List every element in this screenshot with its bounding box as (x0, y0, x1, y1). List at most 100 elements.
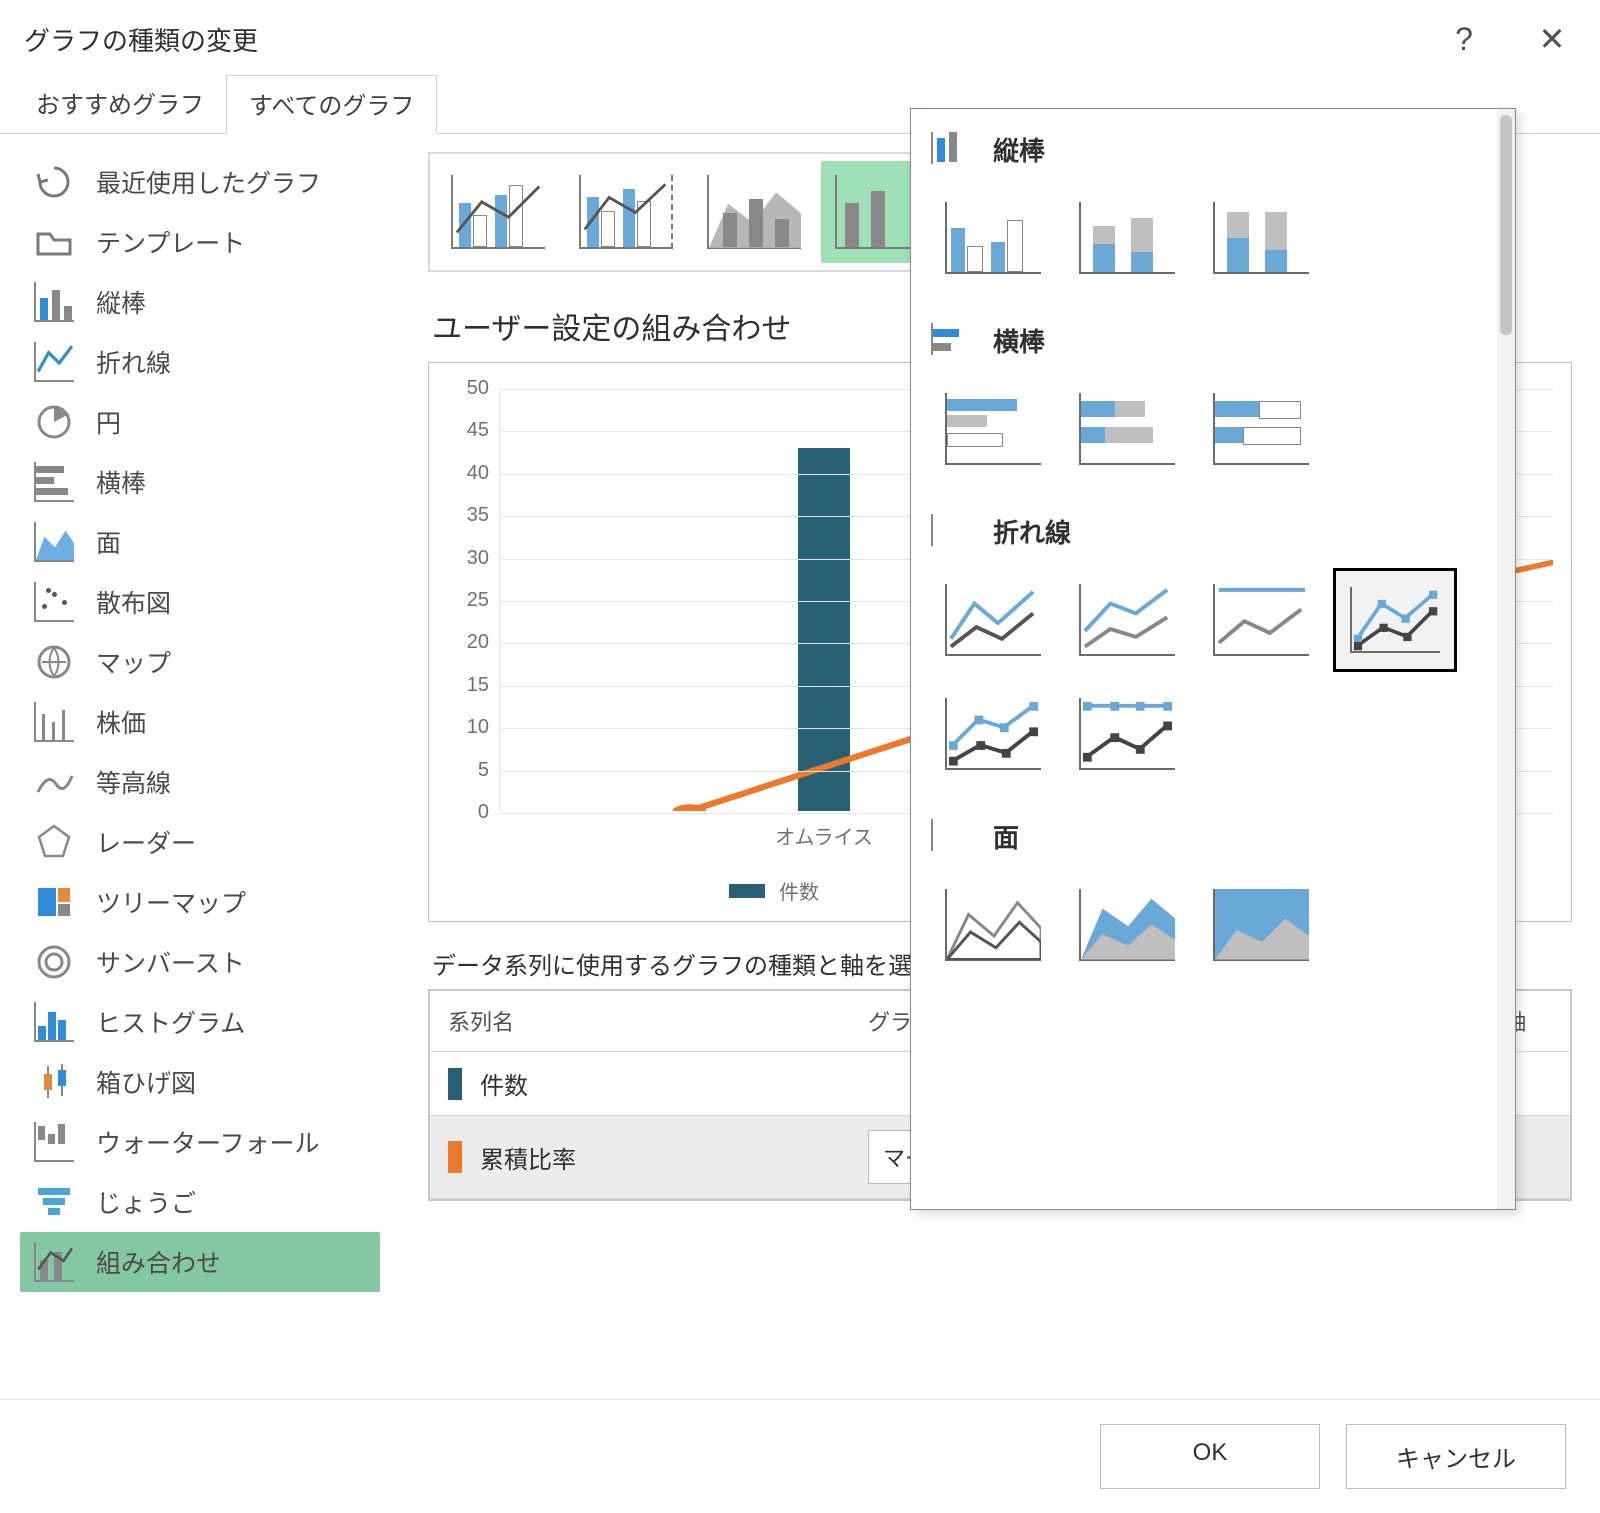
titlebar: グラフの種類の変更 ? ✕ (0, 0, 1600, 74)
sidebar-item-map[interactable]: マップ (20, 632, 380, 692)
scrollbar-thumb[interactable] (1500, 115, 1512, 335)
y-tick-label: 10 (447, 716, 489, 739)
series-row-name: 累積比率 (448, 1140, 868, 1175)
chart-type-gallery: 縦棒 横棒 (910, 108, 1516, 1210)
gallery-item-stacked-line-markers[interactable] (931, 682, 1055, 786)
y-tick-label: 50 (447, 377, 489, 400)
series-swatch-icon (448, 1141, 462, 1173)
cancel-button[interactable]: キャンセル (1346, 1424, 1566, 1489)
gallery-item-100-stacked-column[interactable] (1199, 186, 1323, 290)
sidebar-item-waterfall[interactable]: ウォーターフォール (20, 1112, 380, 1172)
gallery-item-line-markers[interactable] (1333, 568, 1457, 672)
tab-all-charts[interactable]: すべてのグラフ (226, 75, 437, 134)
gallery-item-area[interactable] (931, 873, 1055, 977)
surface-chart-icon (34, 762, 74, 802)
gallery-item-stacked-bar[interactable] (1065, 377, 1189, 481)
sidebar-item-combo[interactable]: 組み合わせ (20, 1232, 380, 1292)
sidebar-item-recent[interactable]: 最近使用したグラフ (20, 152, 380, 212)
gallery-item-100-stacked-line[interactable] (1199, 568, 1323, 672)
histogram-icon (34, 1002, 74, 1042)
sidebar-item-funnel[interactable]: じょうご (20, 1172, 380, 1232)
column-chart-icon (34, 282, 74, 322)
sidebar-item-label: 等高線 (96, 764, 171, 800)
sidebar-item-label: ヒストグラム (96, 1004, 245, 1040)
pie-chart-icon (34, 402, 74, 442)
stock-chart-icon (34, 702, 74, 742)
dialog-footer: OK キャンセル (0, 1399, 1600, 1513)
sidebar-item-column[interactable]: 縦棒 (20, 272, 380, 332)
y-tick-label: 40 (447, 462, 489, 485)
combo-subtype-2[interactable] (564, 160, 688, 264)
gallery-section-title: 縦棒 (993, 131, 1045, 168)
gallery-item-stacked-column[interactable] (1065, 186, 1189, 290)
gallery-item-100-stacked-line-markers[interactable] (1065, 682, 1189, 786)
sidebar-item-surface[interactable]: 等高線 (20, 752, 380, 812)
scatter-chart-icon (34, 582, 74, 622)
sidebar-item-scatter[interactable]: 散布図 (20, 572, 380, 632)
gallery-item-100-stacked-area[interactable] (1199, 873, 1323, 977)
sidebar-item-label: 株価 (96, 704, 146, 740)
ok-button[interactable]: OK (1100, 1424, 1320, 1489)
gallery-section-area: 面 (911, 796, 1515, 987)
legend-swatch (729, 884, 765, 898)
gallery-section-title: 横棒 (993, 322, 1045, 359)
y-tick-label: 35 (447, 504, 489, 527)
gallery-item-stacked-line[interactable] (1065, 568, 1189, 672)
sidebar-item-label: じょうご (96, 1184, 196, 1220)
y-tick-label: 45 (447, 419, 489, 442)
sidebar-item-label: ウォーターフォール (96, 1124, 320, 1160)
gallery-section-title: 面 (993, 818, 1019, 855)
sidebar-item-histogram[interactable]: ヒストグラム (20, 992, 380, 1052)
combo-subtype-1[interactable] (436, 160, 560, 264)
chart-legend: 件数 (729, 876, 819, 905)
sidebar-item-label: 組み合わせ (96, 1244, 221, 1280)
gallery-item-stacked-area[interactable] (1065, 873, 1189, 977)
y-tick-label: 30 (447, 547, 489, 570)
sidebar-item-label: 散布図 (96, 584, 171, 620)
gallery-item-100-stacked-bar[interactable] (1199, 377, 1323, 481)
sidebar-item-stock[interactable]: 株価 (20, 692, 380, 752)
gallery-section-line: 折れ線 (911, 491, 1515, 796)
gallery-section-title: 折れ線 (993, 513, 1071, 550)
combo-chart-icon (34, 1242, 74, 1282)
sidebar-item-treemap[interactable]: ツリーマップ (20, 872, 380, 932)
sidebar-item-label: ツリーマップ (96, 884, 246, 920)
sidebar-item-boxwhisker[interactable]: 箱ひげ図 (20, 1052, 380, 1112)
sidebar-item-radar[interactable]: レーダー (20, 812, 380, 872)
treemap-icon (34, 882, 74, 922)
area-chart-icon (931, 819, 971, 855)
gallery-item-line[interactable] (931, 568, 1055, 672)
gallery-scrollbar[interactable] (1497, 109, 1515, 1209)
combo-subtype-3[interactable] (692, 160, 816, 264)
sidebar-item-label: 横棒 (96, 464, 146, 500)
y-tick-label: 15 (447, 674, 489, 697)
boxwhisker-icon (34, 1062, 74, 1102)
sidebar-item-label: 最近使用したグラフ (96, 164, 321, 200)
funnel-icon (34, 1182, 74, 1222)
y-tick-label: 0 (447, 801, 489, 824)
chart-category-sidebar: 最近使用したグラフ テンプレート 縦棒 折れ線 円 (0, 134, 400, 1394)
tab-recommended[interactable]: おすすめグラフ (14, 75, 226, 134)
waterfall-icon (34, 1122, 74, 1162)
series-swatch-icon (448, 1068, 462, 1100)
recent-icon (34, 162, 74, 202)
sidebar-item-line[interactable]: 折れ線 (20, 332, 380, 392)
sidebar-item-label: テンプレート (96, 224, 245, 260)
sidebar-item-area[interactable]: 面 (20, 512, 380, 572)
sidebar-item-sunburst[interactable]: サンバースト (20, 932, 380, 992)
y-tick-label: 5 (447, 759, 489, 782)
sidebar-item-bar[interactable]: 横棒 (20, 452, 380, 512)
sidebar-item-label: マップ (96, 644, 171, 680)
sidebar-item-templates[interactable]: テンプレート (20, 212, 380, 272)
help-icon[interactable]: ? (1440, 21, 1488, 58)
sidebar-item-label: レーダー (96, 824, 196, 860)
sidebar-item-pie[interactable]: 円 (20, 392, 380, 452)
gallery-item-clustered-column[interactable] (931, 186, 1055, 290)
gallery-item-clustered-bar[interactable] (931, 377, 1055, 481)
series-row-name: 件数 (448, 1066, 868, 1101)
sidebar-item-label: サンバースト (96, 944, 245, 980)
sidebar-item-label: 縦棒 (96, 284, 146, 320)
sidebar-item-label: 折れ線 (96, 344, 171, 380)
sidebar-item-label: 面 (96, 524, 121, 560)
close-icon[interactable]: ✕ (1528, 20, 1576, 58)
